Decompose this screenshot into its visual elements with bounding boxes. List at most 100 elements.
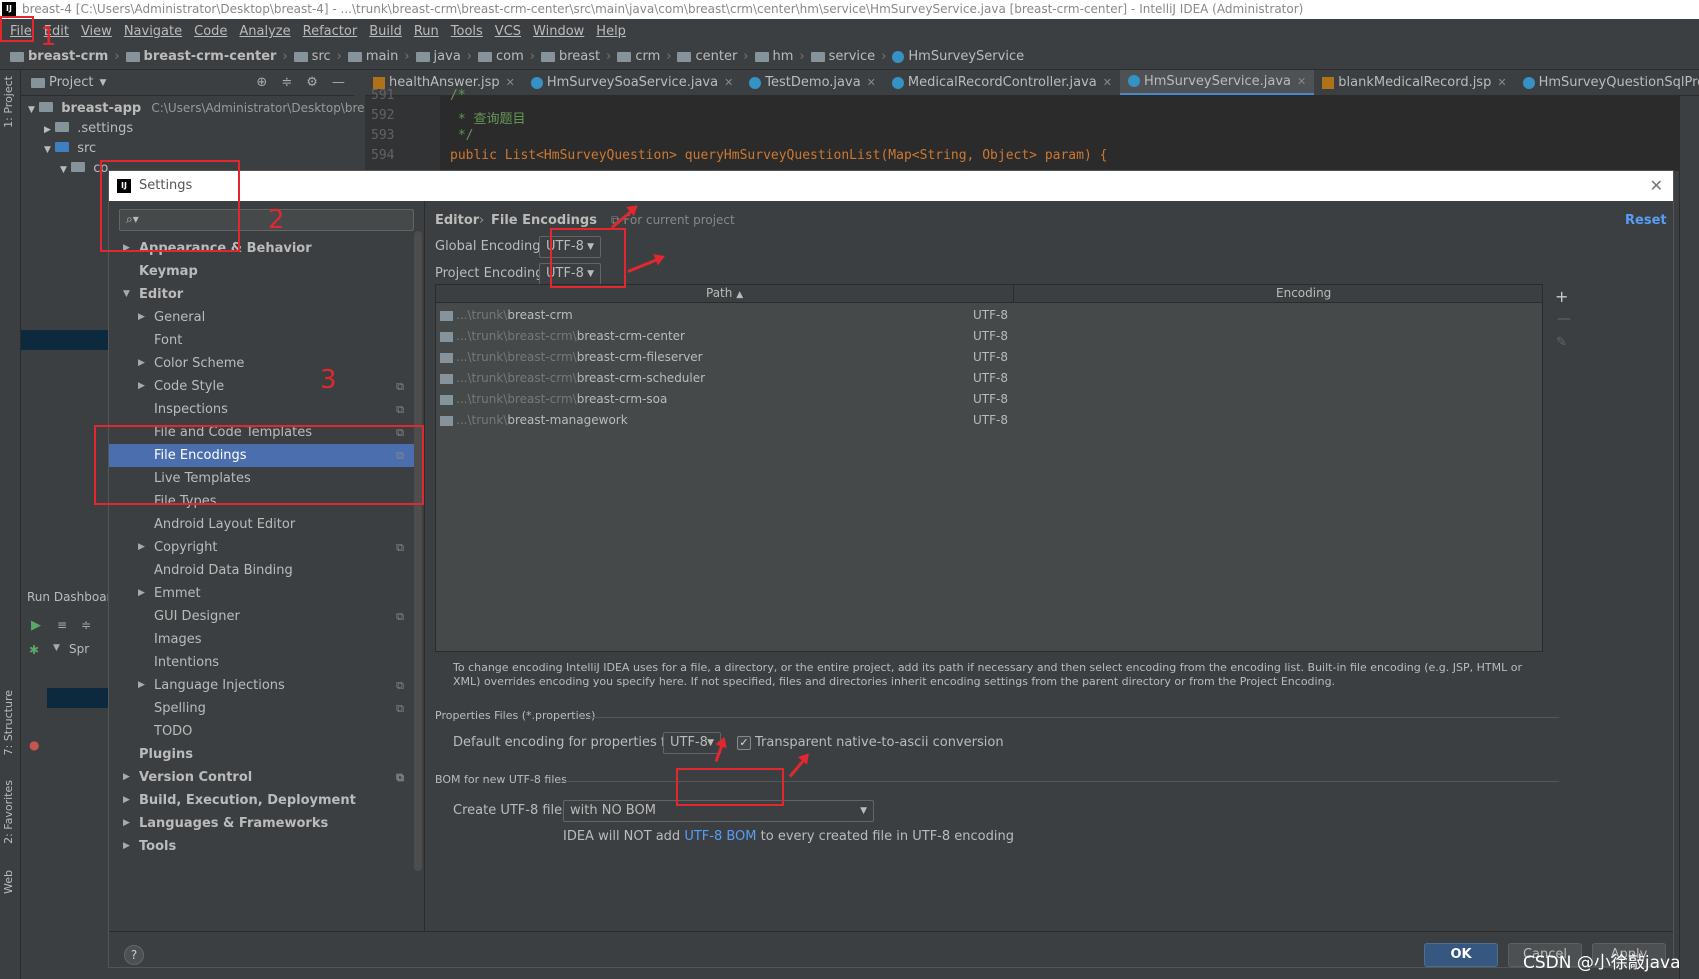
run-icon[interactable]: ▶ bbox=[31, 618, 41, 633]
chevron-down-icon[interactable]: ▼ bbox=[123, 283, 130, 306]
settings-tree-item-font[interactable]: Font bbox=[109, 329, 414, 352]
menu-window[interactable]: Window bbox=[527, 24, 590, 39]
menu-vcs[interactable]: VCS bbox=[489, 24, 527, 39]
close-tab-icon[interactable]: ✕ bbox=[724, 76, 733, 89]
hide-icon[interactable]: — bbox=[332, 75, 345, 90]
collapse-all-icon[interactable]: ≑ bbox=[81, 618, 91, 632]
utf8-bom-link[interactable]: UTF-8 BOM bbox=[684, 829, 756, 844]
column-header-path[interactable]: Path ▲ bbox=[706, 286, 743, 300]
add-icon[interactable]: + bbox=[1555, 287, 1568, 306]
menu-code[interactable]: Code bbox=[188, 24, 233, 39]
menu-help[interactable]: Help bbox=[590, 24, 632, 39]
stop-icon[interactable]: ● bbox=[29, 738, 39, 752]
reset-link[interactable]: Reset bbox=[1625, 213, 1667, 228]
ok-button[interactable]: OK bbox=[1424, 943, 1498, 967]
expand-all-icon[interactable]: ≡ bbox=[57, 618, 67, 632]
tab-medicalrecordcontroller-java[interactable]: MedicalRecordController.java ✕ bbox=[884, 70, 1120, 95]
favorites-tool-tab[interactable]: 2: Favorites bbox=[2, 780, 15, 844]
structure-tool-tab[interactable]: 7: Structure bbox=[2, 690, 15, 755]
settings-tree-item-intentions[interactable]: Intentions bbox=[109, 651, 414, 674]
run-config-item[interactable]: Spr bbox=[69, 642, 89, 656]
close-tab-icon[interactable]: ✕ bbox=[867, 76, 876, 89]
settings-tree-item-images[interactable]: Images bbox=[109, 628, 414, 651]
tab-blankmedicalrecord-jsp[interactable]: blankMedicalRecord.jsp ✕ bbox=[1314, 70, 1514, 95]
chevron-right-icon[interactable]: ▶ bbox=[138, 674, 145, 697]
encoding-cell[interactable]: UTF-8 bbox=[973, 368, 1008, 389]
chevron-right-icon[interactable]: ▶ bbox=[138, 582, 145, 605]
table-row[interactable]: ...\trunk\breast-crm\breast-crm-soa UTF-8 bbox=[436, 389, 1542, 410]
encoding-cell[interactable]: UTF-8 bbox=[973, 305, 1008, 326]
breadcrumb-item[interactable]: HmSurveyService bbox=[892, 49, 1024, 64]
chevron-right-icon[interactable]: ▶ bbox=[138, 306, 145, 329]
table-row[interactable]: ...\trunk\breast-crm\breast-crm-schedule… bbox=[436, 368, 1542, 389]
table-row[interactable]: ...\trunk\breast-crm\breast-crm-center UT… bbox=[436, 326, 1542, 347]
settings-tree-item-language-injections[interactable]: ▶ Language Injections ⧉ bbox=[109, 674, 414, 697]
code-editor[interactable]: /* * 查询题目 */ public List<HmSurveyQuestion… bbox=[365, 88, 1699, 171]
breadcrumb-item[interactable]: hm bbox=[754, 49, 793, 64]
chevron-right-icon[interactable]: ▶ bbox=[123, 789, 130, 812]
settings-tree-item-android-data-binding[interactable]: Android Data Binding bbox=[109, 559, 414, 582]
chevron-right-icon[interactable]: ▶ bbox=[138, 352, 145, 375]
settings-tree-item-emmet[interactable]: ▶ Emmet bbox=[109, 582, 414, 605]
settings-tree-item-spelling[interactable]: Spelling ⧉ bbox=[109, 697, 414, 720]
settings-tree-item-plugins[interactable]: Plugins bbox=[109, 743, 414, 766]
column-header-encoding[interactable]: Encoding bbox=[1276, 286, 1331, 300]
tab-hmsurveyservice-java[interactable]: HmSurveyService.java ✕ bbox=[1119, 70, 1315, 95]
native-to-ascii-checkbox[interactable]: ✓ bbox=[737, 736, 751, 750]
settings-tree-item-build-execution-deployment[interactable]: ▶ Build, Execution, Deployment bbox=[109, 789, 414, 812]
menu-run[interactable]: Run bbox=[408, 24, 445, 39]
settings-tree-item-general[interactable]: ▶ General bbox=[109, 306, 414, 329]
tree-scrollbar[interactable] bbox=[414, 231, 422, 871]
chevron-right-icon[interactable]: ▶ bbox=[123, 766, 130, 789]
settings-tree-item-gui-designer[interactable]: GUI Designer ⧉ bbox=[109, 605, 414, 628]
breadcrumb-item[interactable]: main bbox=[347, 49, 398, 64]
tree-item-root[interactable]: ▼ breast-app C:\Users\Administrator\Desk… bbox=[28, 101, 378, 116]
chevron-right-icon[interactable]: ▶ bbox=[123, 835, 130, 858]
settings-tree-item-version-control[interactable]: ▶ Version Control ⧉ bbox=[109, 766, 414, 789]
chevron-right-icon[interactable]: ▶ bbox=[138, 536, 145, 559]
debug-icon[interactable]: ✱ bbox=[29, 643, 39, 657]
encoding-cell[interactable]: UTF-8 bbox=[973, 410, 1008, 431]
close-icon[interactable]: ✕ bbox=[1650, 171, 1663, 201]
web-tool-tab[interactable]: Web bbox=[2, 870, 15, 894]
close-tab-icon[interactable]: ✕ bbox=[1297, 75, 1306, 88]
breadcrumb-item[interactable]: com bbox=[478, 49, 524, 64]
settings-tree-item-code-style[interactable]: ▶ Code Style ⧉ bbox=[109, 375, 414, 398]
settings-tree-item-todo[interactable]: TODO bbox=[109, 720, 414, 743]
breadcrumb-item[interactable]: src bbox=[293, 49, 331, 64]
menu-refactor[interactable]: Refactor bbox=[297, 24, 364, 39]
close-tab-icon[interactable]: ✕ bbox=[1103, 76, 1112, 89]
project-panel-title[interactable]: Project bbox=[49, 75, 93, 90]
settings-tree-item-inspections[interactable]: Inspections ⧉ bbox=[109, 398, 414, 421]
table-row[interactable]: ...\trunk\breast-crm UTF-8 bbox=[436, 305, 1542, 326]
tab-hmsurveyquestionsqlprovider-java[interactable]: HmSurveyQuestionSqlProvider.java✕ bbox=[1515, 70, 1699, 95]
properties-encoding-select[interactable]: UTF-8 ▼ bbox=[663, 732, 721, 754]
chevron-down-icon[interactable]: ▼ bbox=[53, 643, 60, 653]
settings-tree-item-android-layout-editor[interactable]: Android Layout Editor bbox=[109, 513, 414, 536]
settings-tree-item-tools[interactable]: ▶ Tools bbox=[109, 835, 414, 858]
chevron-right-icon[interactable]: ▶ bbox=[138, 375, 145, 398]
project-tool-tab[interactable]: 1: Project bbox=[2, 76, 15, 128]
menu-analyze[interactable]: Analyze bbox=[233, 24, 296, 39]
breadcrumb-item[interactable]: breast-crm bbox=[10, 49, 108, 64]
chevron-down-icon[interactable]: ▼ bbox=[99, 78, 106, 88]
close-tab-icon[interactable]: ✕ bbox=[1497, 76, 1506, 89]
help-button[interactable]: ? bbox=[124, 945, 144, 965]
tree-item-src[interactable]: ▼ src bbox=[44, 141, 96, 156]
breadcrumb-item[interactable]: service bbox=[810, 49, 875, 64]
settings-tree-item-color-scheme[interactable]: ▶ Color Scheme bbox=[109, 352, 414, 375]
breadcrumb-item[interactable]: breast-crm-center bbox=[125, 49, 276, 64]
menu-tools[interactable]: Tools bbox=[445, 24, 489, 39]
edit-icon[interactable]: ✎ bbox=[1556, 335, 1567, 350]
gear-icon[interactable]: ⚙ bbox=[306, 75, 318, 90]
encoding-cell[interactable]: UTF-8 bbox=[973, 347, 1008, 368]
locate-icon[interactable]: ⊕ bbox=[256, 75, 267, 90]
menu-view[interactable]: View bbox=[75, 24, 118, 39]
encoding-cell[interactable]: UTF-8 bbox=[973, 326, 1008, 347]
breadcrumb-item[interactable]: breast bbox=[540, 49, 600, 64]
tree-item-settings[interactable]: ▶ .settings bbox=[44, 121, 133, 136]
menu-navigate[interactable]: Navigate bbox=[118, 24, 188, 39]
breadcrumb-item[interactable]: java bbox=[415, 49, 461, 64]
table-row[interactable]: ...\trunk\breast-crm\breast-crm-fileserv… bbox=[436, 347, 1542, 368]
encoding-cell[interactable]: UTF-8 bbox=[973, 389, 1008, 410]
